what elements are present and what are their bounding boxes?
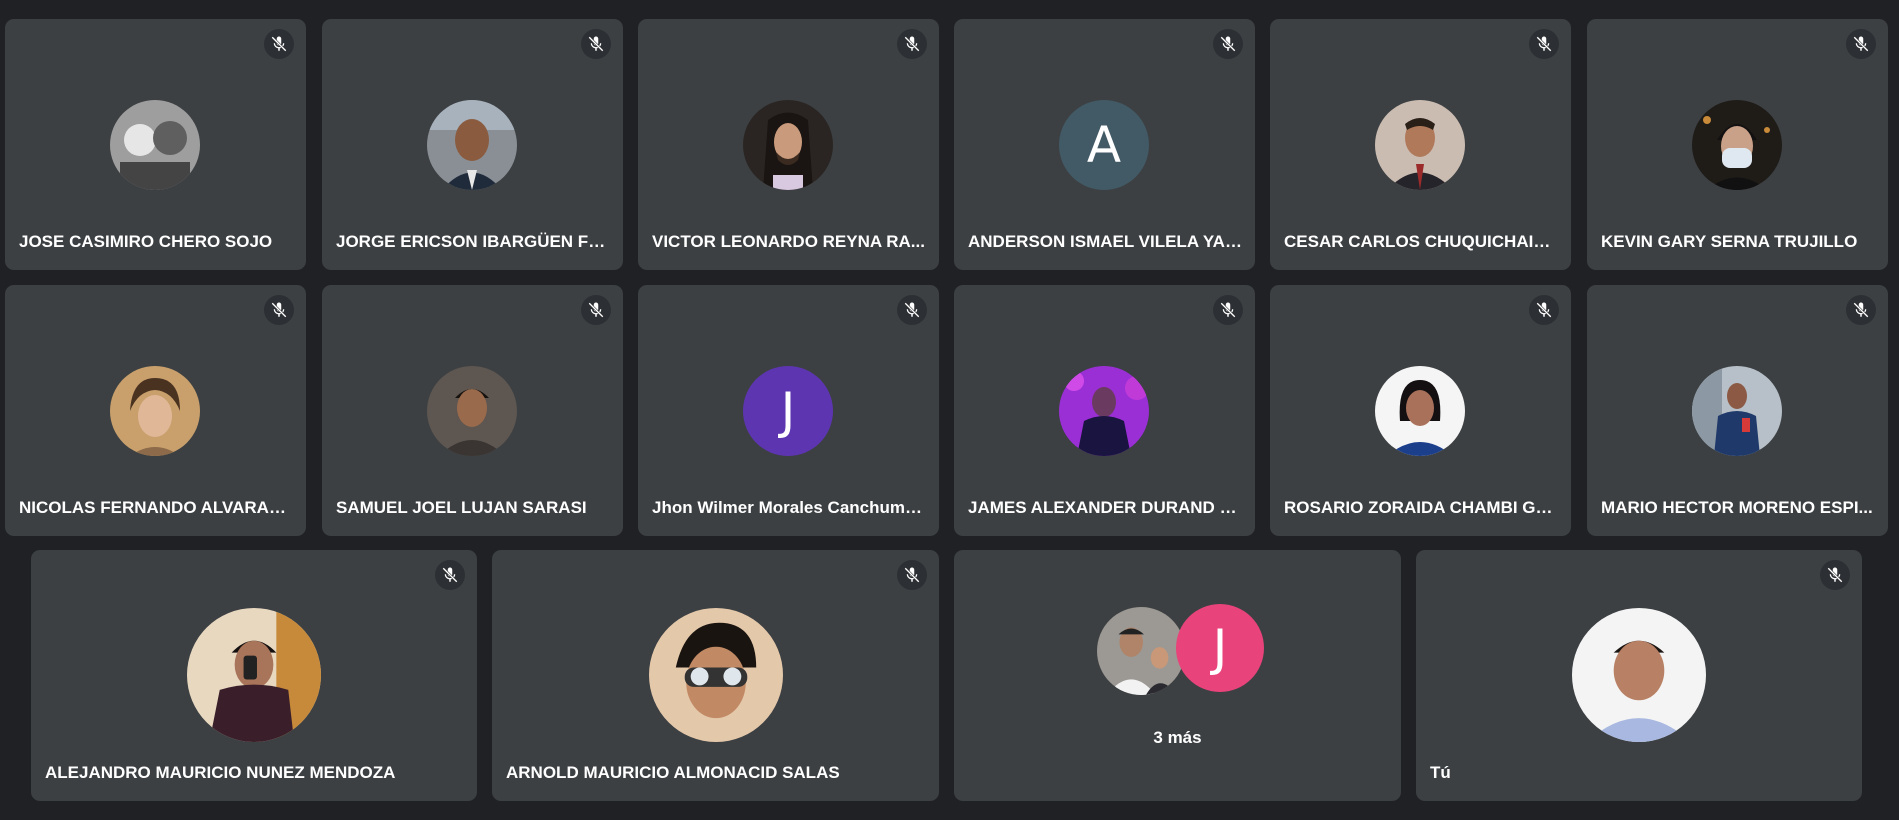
participant-tile[interactable]: JAMES ALEXANDER DURAND M... [954,285,1255,536]
mic-off-icon [1213,295,1243,325]
participant-avatar-photo [1375,100,1465,190]
participant-name: ALEJANDRO MAURICIO NUNEZ MENDOZA [45,763,396,782]
mic-off-icon [897,560,927,590]
participant-name: JORGE ERICSON IBARGÜEN FL... [336,232,611,251]
mic-off-icon [1529,295,1559,325]
avatar-initial: A [1086,116,1122,174]
participant-avatar-photo [743,100,833,190]
participant-name: VICTOR LEONARDO REYNA RA... [652,232,925,251]
participant-avatar-photo [187,608,321,742]
participant-tile[interactable]: ROSARIO ZORAIDA CHAMBI GO... [1270,285,1571,536]
self-avatar-photo [1572,608,1706,742]
participant-name: Jhon Wilmer Morales Canchuma... [652,498,927,517]
participant-avatar-photo [649,608,783,742]
participant-avatar-photo [427,100,517,190]
participant-avatar-photo [1692,100,1782,190]
participant-name: ANDERSON ISMAEL VILELA YAN... [968,232,1243,251]
mic-off-icon [435,560,465,590]
participant-tile[interactable]: JORGE ERICSON IBARGÜEN FL... [322,19,623,270]
participant-avatar-photo [1692,366,1782,456]
participant-name: JOSE CASIMIRO CHERO SOJO [19,232,273,251]
participant-tile[interactable]: SAMUEL JOEL LUJAN SARASI [322,285,623,536]
participant-name: MARIO HECTOR MORENO ESPI... [1601,498,1873,517]
participant-tile[interactable]: ARNOLD MAURICIO ALMONACID SALAS [492,550,939,801]
participant-tile[interactable]: MARIO HECTOR MORENO ESPI... [1587,285,1888,536]
mic-off-icon [1820,560,1850,590]
mic-off-icon [897,295,927,325]
participant-grid: JOSE CASIMIRO CHERO SOJO JORGE ERICSON I… [0,0,1899,820]
participant-tile[interactable]: A ANDERSON ISMAEL VILELA YAN... [954,19,1255,270]
participant-tile[interactable]: CESAR CARLOS CHUQUICHAIC... [1270,19,1571,270]
participant-avatar-photo [1094,604,1188,698]
participant-name: NICOLAS FERNANDO ALVARAD... [19,498,294,517]
participant-name: ARNOLD MAURICIO ALMONACID SALAS [506,763,840,782]
participant-tile[interactable]: VICTOR LEONARDO REYNA RA... [638,19,939,270]
participant-avatar-photo [1059,366,1149,456]
participant-avatar-letter: A [1059,100,1149,190]
participant-tile[interactable]: JOSE CASIMIRO CHERO SOJO [5,19,306,270]
participant-tile[interactable]: J Jhon Wilmer Morales Canchuma... [638,285,939,536]
mic-off-icon [581,29,611,59]
participant-tile[interactable]: KEVIN GARY SERNA TRUJILLO [1587,19,1888,270]
more-participants-label: 3 más [1153,728,1202,747]
participant-name: CESAR CARLOS CHUQUICHAIC... [1284,232,1559,251]
mic-off-icon [264,29,294,59]
mic-off-icon [264,295,294,325]
participant-tile[interactable]: NICOLAS FERNANDO ALVARAD... [5,285,306,536]
mic-off-icon [1529,29,1559,59]
mic-off-icon [1846,295,1876,325]
participant-tile[interactable]: ALEJANDRO MAURICIO NUNEZ MENDOZA [31,550,477,801]
participant-avatar-photo [1375,366,1465,456]
participant-avatar-letter: J [743,366,833,456]
more-participants-tile[interactable]: J 3 más [954,550,1401,801]
avatar-initial: J [1212,619,1228,677]
self-name: Tú [1430,763,1451,782]
participant-name: SAMUEL JOEL LUJAN SARASI [336,498,587,517]
mic-off-icon [1846,29,1876,59]
participant-avatar-photo [110,366,200,456]
mic-off-icon [1213,29,1243,59]
avatar-initial: J [780,382,796,440]
self-tile[interactable]: Tú [1416,550,1862,801]
participant-avatar-photo [110,100,200,190]
participant-name: JAMES ALEXANDER DURAND M... [968,498,1243,517]
mic-off-icon [897,29,927,59]
participant-avatar-letter: J [1176,604,1264,692]
participant-avatar-photo [427,366,517,456]
participant-name: KEVIN GARY SERNA TRUJILLO [1601,232,1858,251]
mic-off-icon [581,295,611,325]
participant-name: ROSARIO ZORAIDA CHAMBI GO... [1284,498,1559,517]
